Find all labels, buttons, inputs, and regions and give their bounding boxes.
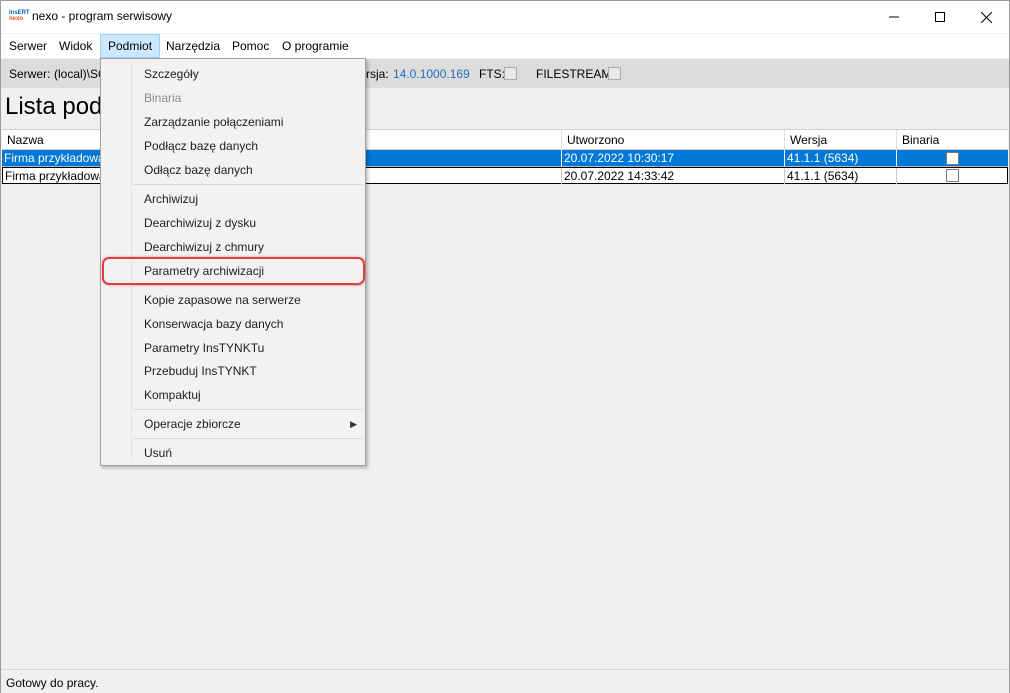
version-value: 14.0.1000.169 xyxy=(393,67,470,81)
menu-item-odlacz-baze[interactable]: Odłącz bazę danych xyxy=(103,159,363,181)
menu-item-kopie-zapasowe[interactable]: Kopie zapasowe na serwerze xyxy=(103,289,363,311)
menu-item-dearchiwizuj-z-chmury[interactable]: Dearchiwizuj z chmury xyxy=(103,236,363,258)
menu-item-usun[interactable]: Usuń xyxy=(103,442,363,464)
menu-separator xyxy=(133,285,363,286)
cell-wersja: 41.1.1 (5634) xyxy=(785,150,897,166)
menu-separator xyxy=(133,438,363,439)
filestream-checkbox xyxy=(608,67,621,80)
status-text: Gotowy do pracy. xyxy=(6,676,99,690)
page-title: Lista pod xyxy=(5,93,103,120)
menu-item-konserwacja-bazy[interactable]: Konserwacja bazy danych xyxy=(103,313,363,335)
menu-item-archiwizuj[interactable]: Archiwizuj xyxy=(103,188,363,210)
menu-item-operacje-zbiorcze[interactable]: Operacje zbiorcze ▶ xyxy=(103,413,363,435)
close-icon xyxy=(980,11,992,23)
filestream-label: FILESTREAM: xyxy=(536,67,615,81)
menu-widok[interactable]: Widok xyxy=(52,34,99,58)
minimize-button[interactable] xyxy=(871,1,917,33)
version-label: rsja: xyxy=(366,67,389,81)
menu-serwer[interactable]: Serwer xyxy=(2,34,54,58)
maximize-button[interactable] xyxy=(917,1,963,33)
status-bar: Gotowy do pracy. xyxy=(1,669,1009,693)
cell-binaria-checkbox[interactable] xyxy=(946,169,959,182)
menu-o-programie[interactable]: O programie xyxy=(275,34,356,58)
fts-label: FTS: xyxy=(479,67,505,81)
menu-item-przebuduj-instynkt[interactable]: Przebuduj InsTYNKT xyxy=(103,360,363,382)
menu-separator xyxy=(133,409,363,410)
menu-bar: Serwer Widok Podmiot Narzędzia Pomoc O p… xyxy=(1,34,1009,58)
menu-item-operacje-zbiorcze-label: Operacje zbiorcze xyxy=(144,417,241,431)
menu-narzedzia[interactable]: Narzędzia xyxy=(159,34,227,58)
menu-item-podlacz-baze[interactable]: Podłącz bazę danych xyxy=(103,135,363,157)
column-header-binaria[interactable]: Binaria xyxy=(897,130,1008,150)
menu-item-szczegoly[interactable]: Szczegóły xyxy=(103,63,363,85)
menu-item-dearchiwizuj-z-dysku[interactable]: Dearchiwizuj z dysku xyxy=(103,212,363,234)
cell-utworzono: 20.07.2022 14:33:42 xyxy=(562,168,785,184)
maximize-icon xyxy=(935,12,945,22)
menu-separator xyxy=(133,184,363,185)
column-header-wersja[interactable]: Wersja xyxy=(785,130,897,150)
title-bar[interactable]: InsERT nexo nexo - program serwisowy xyxy=(1,1,1009,33)
column-header-utworzono[interactable]: Utworzono xyxy=(562,130,785,150)
minimize-icon xyxy=(889,16,899,18)
menu-podmiot[interactable]: Podmiot xyxy=(100,34,161,58)
menu-item-binaria: Binaria xyxy=(144,91,182,105)
menu-pomoc[interactable]: Pomoc xyxy=(225,34,276,58)
highlight-annotation xyxy=(102,257,365,285)
logo-bottom-text: nexo xyxy=(9,16,24,22)
cell-wersja: 41.1.1 (5634) xyxy=(785,168,897,184)
cell-utworzono: 20.07.2022 10:30:17 xyxy=(562,150,785,166)
server-label: Serwer: xyxy=(9,67,51,81)
close-button[interactable] xyxy=(963,1,1009,33)
fts-checkbox xyxy=(504,67,517,80)
app-logo: InsERT nexo xyxy=(9,10,30,24)
menu-item-kompaktuj[interactable]: Kompaktuj xyxy=(103,384,363,406)
cell-binaria-checkbox[interactable] xyxy=(946,152,959,165)
window-title: nexo - program serwisowy xyxy=(32,9,173,23)
submenu-arrow-icon: ▶ xyxy=(350,419,357,429)
menu-item-zarzadzanie-polaczeniami[interactable]: Zarządzanie połączeniami xyxy=(103,111,363,133)
menu-item-parametry-instynktu[interactable]: Parametry InsTYNKTu xyxy=(103,337,363,359)
app-window: InsERT nexo nexo - program serwisowy Ser… xyxy=(0,0,1010,693)
